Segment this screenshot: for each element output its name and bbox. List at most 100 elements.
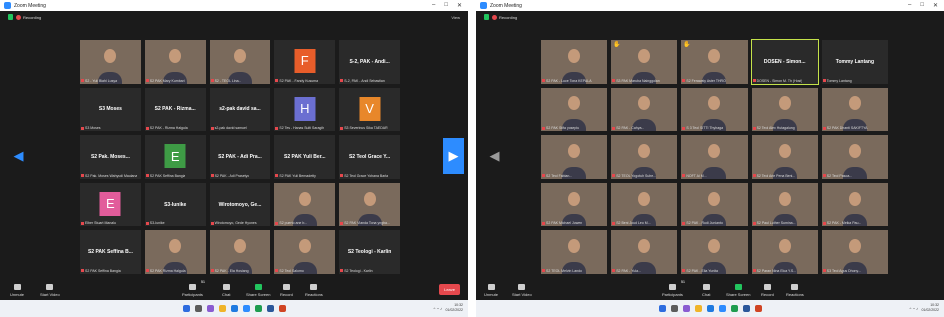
participant-tile[interactable]: S2 PAK - Elia Yunita <box>681 230 748 274</box>
file-explorer-icon[interactable] <box>694 305 702 312</box>
chat-button[interactable]: Chat <box>702 284 710 297</box>
participant-tile[interactable]: S2 Paul Luther Sumina... <box>751 182 818 227</box>
close-icon[interactable]: ✕ <box>457 2 462 9</box>
zoom-taskbar-icon[interactable] <box>242 305 250 312</box>
participant-tile[interactable]: H S2 Tes - Hanas Sulti Saragih <box>274 87 336 132</box>
participant-tile[interactable]: S2 Teol Salomo <box>274 230 336 274</box>
participant-tile[interactable]: S2 PAK - Rudi Junianto <box>681 182 748 227</box>
leave-button[interactable]: Leave <box>439 284 460 295</box>
participant-tile[interactable]: S2 PAK Michael Juwen <box>541 182 608 227</box>
close-icon[interactable]: ✕ <box>933 2 938 9</box>
view-button[interactable]: View <box>451 15 468 20</box>
zoom-taskbar-icon[interactable] <box>718 305 726 312</box>
participant-tile[interactable]: S2 - TEOL Lina... <box>209 40 271 84</box>
system-tray-icons[interactable]: ^ ◔ ♪ <box>909 306 918 311</box>
search-icon[interactable] <box>670 305 678 312</box>
chrome-browser-icon[interactable] <box>254 305 262 312</box>
chat-button[interactable]: Chat <box>222 284 230 297</box>
participant-tile[interactable]: S2 PAK Yuli Ber... S2 PAK Yuli Bernadetty <box>274 135 336 179</box>
participant-tile[interactable]: S3 Teol Agus Dhony... <box>821 230 888 274</box>
participant-tile[interactable]: S2 PAK Vianda Tona yngba... <box>339 182 400 227</box>
start-menu-icon[interactable] <box>658 305 666 312</box>
taskbar-clock[interactable]: 10:32 01/02/2022 <box>445 303 463 313</box>
edge-browser-icon[interactable] <box>706 305 714 312</box>
participant-tile[interactable]: S2 - Yuli Biahi Lusya <box>80 40 141 84</box>
share-screen-button[interactable]: Share Screen <box>726 284 750 297</box>
taskbar-clock[interactable]: 10:32 01/02/2022 <box>921 303 939 313</box>
participant-tile[interactable]: Tommy Lantang Tommy Lantang <box>821 40 888 84</box>
participant-tile[interactable]: S2 Pak. Moses... S2 Pak. Moses Wahyudi Ma… <box>80 135 141 179</box>
window-controls[interactable]: – □ ✕ <box>908 2 944 9</box>
task-view-icon[interactable] <box>206 305 214 312</box>
next-page-arrow-icon[interactable]: ▶ <box>443 138 464 174</box>
shield-icon[interactable] <box>484 14 489 20</box>
chrome-browser-icon[interactable] <box>730 305 738 312</box>
reactions-button[interactable]: Reactions <box>305 284 323 297</box>
word-icon[interactable] <box>742 305 750 312</box>
participant-tile[interactable]: S2 Paran Nina Elca Y.S... <box>751 230 818 274</box>
participant-tile[interactable]: S2 Teol Arie Pena Beni... <box>751 135 818 179</box>
participant-tile[interactable]: S2 PAK Stifa yosepiu <box>541 87 608 132</box>
start-video-button[interactable]: Start Video <box>40 284 60 297</box>
search-icon[interactable] <box>194 305 202 312</box>
prev-page-arrow-icon[interactable]: ◀ <box>8 138 29 174</box>
participant-tile[interactable]: E Elber Stuart Manalu <box>80 182 141 227</box>
start-menu-icon[interactable] <box>182 305 190 312</box>
participant-tile[interactable]: S2 PAK - Luce Tona KEPALA <box>541 40 608 84</box>
participant-tile[interactable]: S2 PAK - Cahya... <box>611 87 678 132</box>
participant-tile[interactable]: S2 TEOL Yogotuh Suhe... <box>611 135 678 179</box>
participant-tile[interactable]: S3-Iunike S3-Iunike <box>144 182 206 227</box>
participant-tile[interactable]: S2 Ferawaty Aster THRO <box>681 40 748 84</box>
maximize-icon[interactable]: □ <box>444 2 448 9</box>
share-screen-button[interactable]: Share Screen <box>246 284 270 297</box>
task-view-icon[interactable] <box>682 305 690 312</box>
participant-tile[interactable]: S2 PAK Dhanti SAKIFTYA <box>821 87 888 132</box>
word-icon[interactable] <box>266 305 274 312</box>
edge-browser-icon[interactable] <box>230 305 238 312</box>
participant-tile[interactable]: S2 PAK Seffina B... S2 PAK Seffina Bangia <box>80 230 141 274</box>
powerpoint-icon[interactable] <box>278 305 286 312</box>
participant-tile[interactable]: S2 TEOL Melvin Lando <box>541 230 608 274</box>
system-tray-icons[interactable]: ^ ◔ ♪ <box>433 306 442 311</box>
participant-tile[interactable]: S2 Teol Grace Y... S2 Teol Grace Yohana B… <box>339 135 400 179</box>
participant-tile[interactable]: S2 PAK - Rizma... S2 PAK - Rizma Halgula <box>144 87 206 132</box>
participant-tile[interactable]: S2 PAK - Yula... <box>611 230 678 274</box>
prev-page-arrow-icon[interactable]: ◀ <box>484 138 505 174</box>
participant-tile[interactable]: S2 Teol Fabian... <box>541 135 608 179</box>
recording-label[interactable]: Recording <box>499 15 517 20</box>
participant-tile[interactable]: S 3 Teol SITTI Thyhaga <box>681 87 748 132</box>
participant-tile[interactable]: DOSEN - Simon... DOSEN - Simon M. Th (Hos… <box>750 39 819 85</box>
unmute-button[interactable]: Unmute <box>484 284 498 297</box>
participant-tile[interactable]: S2 PAK - Adi Pra... S2 PAK - Adi Prasetyo <box>209 135 271 179</box>
participant-tile[interactable]: S2 Teol Pasoa... <box>821 135 888 179</box>
participant-tile[interactable]: S2 Teol Alex Hutagalung <box>751 87 818 132</box>
participants-button[interactable]: 51 Participants <box>182 280 205 297</box>
participant-tile[interactable]: NOFT Ai M... <box>681 135 748 179</box>
participant-tile[interactable]: S2 PAK Mary Kumbari <box>144 40 206 84</box>
participant-tile[interactable]: s2-pak david sa... s2-pak david samuel <box>209 87 271 132</box>
record-button[interactable]: Record <box>280 284 293 297</box>
participant-tile[interactable]: Wirotomoyo, Ge... Wirotomoyo, Gede Hyones <box>209 182 271 227</box>
recording-label[interactable]: Recording <box>23 15 41 20</box>
participant-tile[interactable]: V S3 Severinus Sika TAEDAR <box>339 87 400 132</box>
maximize-icon[interactable]: □ <box>920 2 924 9</box>
minimize-icon[interactable]: – <box>432 2 435 9</box>
participant-tile[interactable]: S2 puerto ane b... <box>274 182 336 227</box>
minimize-icon[interactable]: – <box>908 2 911 9</box>
participants-button[interactable]: 51 Participants <box>662 280 685 297</box>
file-explorer-icon[interactable] <box>218 305 226 312</box>
participant-tile[interactable]: E S2 PAK Seffina Bangia <box>144 135 206 179</box>
participant-tile[interactable]: S-2, PAK - Andi... S-2, PAK - Andi Sebast… <box>339 40 400 84</box>
reactions-button[interactable]: Reactions <box>786 284 804 297</box>
participant-tile[interactable]: S3 Moses S3 Moses <box>80 87 141 132</box>
participant-tile[interactable]: S2 PAK - Ela Hosiang <box>209 230 271 274</box>
participant-tile[interactable]: F S2 PAK - Fandy Kusuma <box>274 40 336 84</box>
unmute-button[interactable]: Unmute <box>10 284 24 297</box>
participant-tile[interactable]: S2 PAK - Meika Pau... <box>821 182 888 227</box>
window-controls[interactable]: – □ ✕ <box>432 2 468 9</box>
start-video-button[interactable]: Start Video <box>512 284 532 297</box>
participant-tile[interactable]: S2 PAK Rizma Halgula <box>144 230 206 274</box>
record-button[interactable]: Record <box>761 284 774 297</box>
participant-tile[interactable]: S2 Teologi - Karlin S2 Teologi - Karlin <box>339 230 400 274</box>
participant-tile[interactable]: S3 PAK Maruba Nainggolan <box>611 40 678 84</box>
